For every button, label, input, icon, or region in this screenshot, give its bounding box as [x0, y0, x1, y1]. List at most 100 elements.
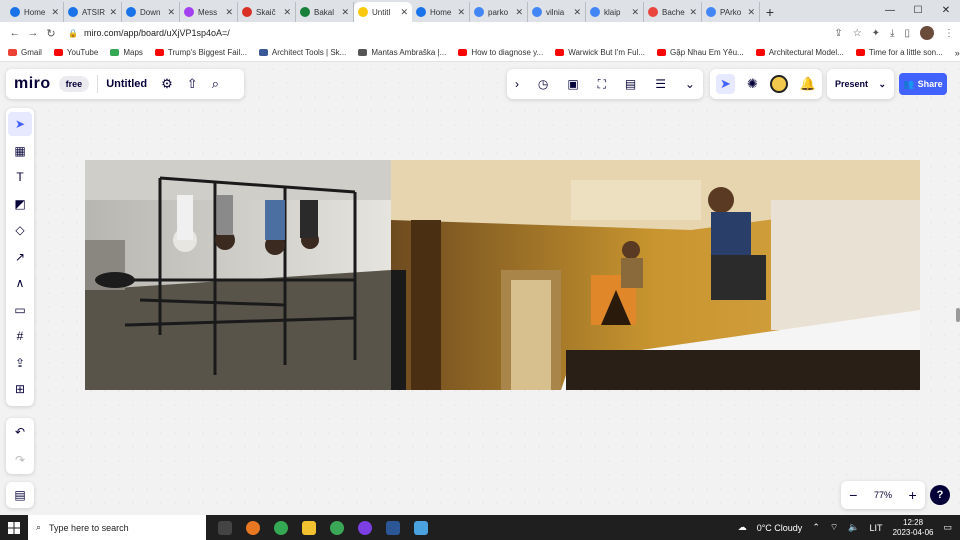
board-image-hotel-bed-jump[interactable]	[391, 160, 920, 390]
settings-icon[interactable]: ⚙	[161, 76, 173, 92]
tray-expand-icon[interactable]: ⌃	[812, 522, 820, 533]
taskbar-search-field[interactable]: ⌕ Type here to search	[28, 515, 206, 540]
zoom-out-button[interactable]: −	[849, 487, 857, 503]
upload-icon[interactable]: ⇪	[8, 351, 32, 375]
bookmark-item[interactable]: Maps	[110, 48, 143, 57]
browser-menu-icon[interactable]: ⋮	[944, 28, 954, 39]
close-window-icon[interactable]: ✕	[932, 0, 960, 20]
file-explorer-icon[interactable]	[302, 520, 316, 535]
new-tab-button[interactable]: +	[760, 2, 780, 22]
bookmark-star-icon[interactable]: ☆	[853, 28, 862, 39]
close-tab-icon[interactable]: ✕	[225, 7, 233, 18]
bookmark-item[interactable]: Warwick But I'm Ful...	[555, 48, 645, 57]
bookmark-item[interactable]: Gặp Nhau Em Yêu...	[657, 48, 744, 57]
notes-icon[interactable]: ☰	[655, 77, 666, 91]
expand-icon[interactable]: ›	[515, 77, 519, 91]
close-tab-icon[interactable]: ✕	[747, 7, 755, 18]
browser-tab[interactable]: klaip ✕	[586, 2, 644, 22]
volume-icon[interactable]: 🔈	[848, 522, 859, 533]
download-icon[interactable]: ⤓	[890, 28, 894, 39]
browser-tab[interactable]: Home ✕	[6, 2, 64, 22]
bookmark-item[interactable]: YouTube	[53, 48, 98, 57]
close-tab-icon[interactable]: ✕	[400, 7, 408, 18]
redo-icon[interactable]: ↷	[15, 453, 25, 467]
export-icon[interactable]: ⇧	[187, 76, 198, 92]
close-tab-icon[interactable]: ✕	[631, 7, 639, 18]
close-tab-icon[interactable]: ✕	[283, 7, 291, 18]
bookmark-item[interactable]: Mantas Ambraška |...	[358, 48, 446, 57]
browser-tab[interactable]: Mess ✕	[180, 2, 238, 22]
pen-icon[interactable]: ∧	[8, 271, 32, 295]
close-tab-icon[interactable]: ✕	[689, 7, 697, 18]
bookmark-item[interactable]: How to diagnose y...	[458, 48, 543, 57]
user-avatar[interactable]	[769, 75, 788, 93]
close-tab-icon[interactable]: ✕	[515, 7, 523, 18]
close-tab-icon[interactable]: ✕	[341, 7, 349, 18]
plan-badge[interactable]: free	[58, 76, 90, 92]
browser-tab[interactable]: Skaič ✕	[238, 2, 296, 22]
frames-list-icon[interactable]: ▤	[6, 482, 34, 508]
browser-tab[interactable]: parko ✕	[470, 2, 528, 22]
close-tab-icon[interactable]: ✕	[457, 7, 465, 18]
close-tab-icon[interactable]: ✕	[109, 7, 117, 18]
url-field[interactable]: 🔒 miro.com/app/board/uXjVP1sp4oA=/	[68, 28, 230, 38]
side-panel-icon[interactable]: ▯	[904, 28, 910, 39]
bookmark-item[interactable]: Gmail	[8, 48, 42, 57]
back-icon[interactable]: ←	[6, 27, 24, 39]
celebrate-icon[interactable]: ✺	[747, 76, 758, 92]
connection-line-icon[interactable]: ↗	[8, 245, 32, 269]
cursor-icon[interactable]: ➤	[716, 74, 735, 94]
sticky-note-icon[interactable]: ◩	[8, 192, 32, 216]
browser-tab[interactable]: Bache ✕	[644, 2, 702, 22]
focus-icon[interactable]: ⛶	[598, 77, 606, 92]
chevron-down-icon[interactable]: ⌄	[878, 79, 886, 90]
board-canvas[interactable]: miro free Untitled ⚙ ⇧ ⌕ › ◷ ▣ ⛶ ▤ ☰ ⌄ ➤…	[0, 62, 960, 515]
shapes-icon[interactable]: ◇	[8, 218, 32, 242]
search-icon[interactable]: ⌕	[212, 76, 219, 92]
maximize-icon[interactable]: ☐	[904, 0, 932, 20]
browser-tab[interactable]: ATSIR ✕	[64, 2, 122, 22]
vertical-scrollbar[interactable]	[956, 308, 960, 322]
share-page-icon[interactable]: ⇪	[834, 28, 842, 39]
add-more-icon[interactable]: ⊞	[8, 377, 32, 401]
extensions-icon[interactable]: ✦	[872, 28, 880, 39]
browser-tab[interactable]: Untitl ✕	[354, 2, 412, 22]
network-icon[interactable]: ⌔	[830, 522, 838, 533]
zoom-level[interactable]: 77%	[874, 490, 892, 500]
chrome-icon[interactable]	[274, 520, 288, 535]
screen-share-icon[interactable]: ▣	[567, 77, 578, 91]
browser-tab[interactable]: Home ✕	[412, 2, 470, 22]
app-icon[interactable]	[330, 520, 344, 535]
clock[interactable]: 12:28 2023-04-06	[893, 518, 934, 538]
weather-text[interactable]: 0°C Cloudy	[757, 523, 803, 533]
timer-icon[interactable]: ◷	[538, 77, 548, 91]
blender-icon[interactable]	[246, 520, 260, 535]
bookmark-item[interactable]: Architect Tools | Sk...	[258, 48, 346, 57]
frame-icon[interactable]: #	[8, 324, 32, 348]
zoom-in-button[interactable]: +	[909, 487, 917, 503]
comment-icon[interactable]: ▭	[8, 298, 32, 322]
bookmark-item[interactable]: Time for a little son...	[855, 48, 943, 57]
help-button[interactable]: ?	[930, 485, 950, 505]
voting-icon[interactable]: ▤	[625, 77, 636, 91]
close-tab-icon[interactable]: ✕	[573, 7, 581, 18]
bookmark-item[interactable]: Trump's Biggest Fail...	[154, 48, 247, 57]
text-tool-icon[interactable]: T	[8, 165, 32, 189]
close-tab-icon[interactable]: ✕	[167, 7, 175, 18]
bookmarks-more[interactable]: »	[955, 48, 960, 58]
browser-tab[interactable]: Down ✕	[122, 2, 180, 22]
browser-tab[interactable]: Bakal ✕	[296, 2, 354, 22]
app-icon-2[interactable]	[414, 520, 428, 535]
task-view-icon[interactable]	[218, 520, 232, 535]
profile-avatar[interactable]	[920, 26, 934, 40]
reload-icon[interactable]: ↻	[42, 27, 60, 40]
close-tab-icon[interactable]: ✕	[51, 7, 59, 18]
windows-start-icon[interactable]	[0, 521, 28, 534]
present-button[interactable]: Present	[835, 79, 868, 89]
templates-icon[interactable]: ▦	[8, 139, 32, 163]
browser-tab[interactable]: vilnia ✕	[528, 2, 586, 22]
miro-logo[interactable]: miro	[14, 75, 51, 93]
notifications-icon[interactable]: ▭	[943, 522, 952, 533]
board-image-parkour-gym[interactable]	[85, 160, 391, 390]
messenger-icon[interactable]	[358, 520, 372, 535]
